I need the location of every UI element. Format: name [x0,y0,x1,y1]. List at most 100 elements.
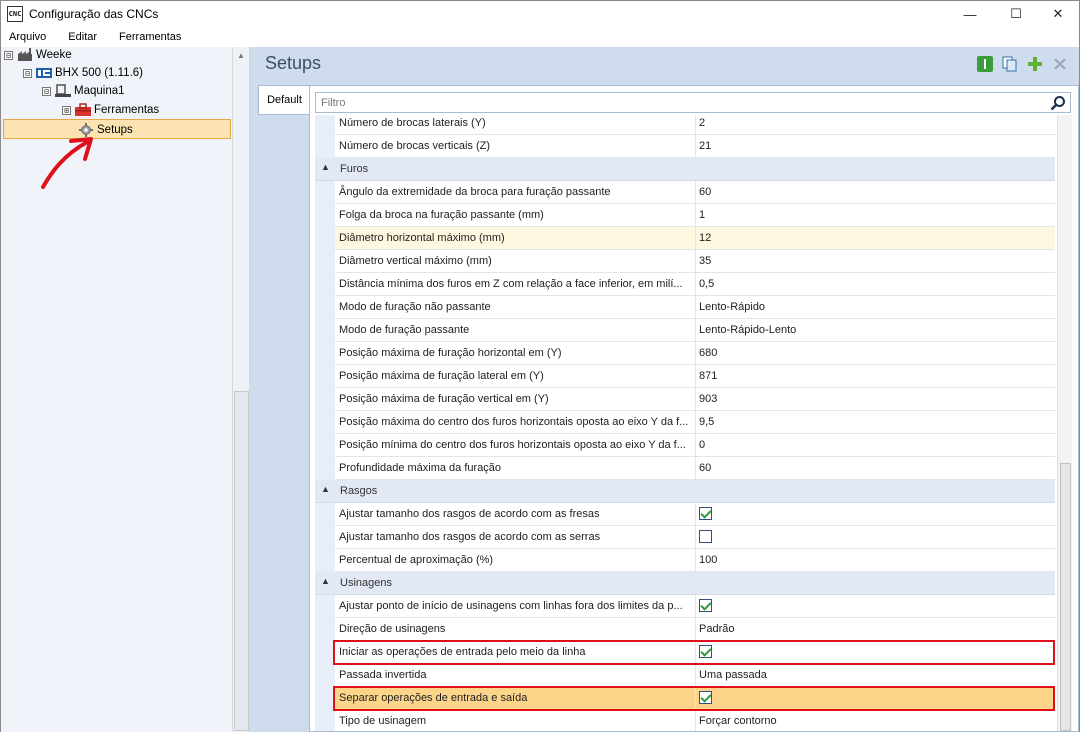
checked-checkbox[interactable] [699,507,712,520]
tree-item-ferramentas[interactable]: ⊞ Ferramentas [62,101,159,119]
property-row[interactable]: Folga da broca na furação passante (mm) 1 [315,204,1055,227]
collapse-arrow-icon[interactable]: ▲ [321,576,330,586]
property-value[interactable]: Lento-Rápido-Lento [696,319,1055,342]
filter-field[interactable]: Filtro [315,92,1071,113]
row-gutter [315,434,335,457]
grid-scroll-thumb[interactable] [1060,463,1071,731]
property-row[interactable]: Diâmetro horizontal máximo (mm) 12 [315,227,1055,250]
property-row[interactable]: Modo de furação passante Lento-Rápido-Len… [315,319,1055,342]
property-value[interactable]: 680 [696,342,1055,365]
property-row[interactable]: Posição máxima do centro dos furos horiz… [315,411,1055,434]
property-row[interactable]: Ângulo da extremidade da broca para fura… [315,181,1055,204]
tree-item-weeke[interactable]: ⊟ Weeke [4,47,72,64]
minimize-button[interactable]: — [947,1,993,27]
property-row[interactable]: Posição máxima de furação vertical em (Y… [315,388,1055,411]
property-row[interactable]: Direção de usinagens Padrão [315,618,1055,641]
property-value[interactable]: Padrão [696,618,1055,641]
scroll-up-icon[interactable]: ▲ [237,51,245,60]
property-name: Distância mínima dos furos em Z com rela… [335,273,696,296]
property-row[interactable]: Profundidade máxima da furação 60 [315,457,1055,480]
property-value[interactable]: 100 [696,549,1055,572]
collapse-arrow-icon[interactable]: ▲ [321,484,330,494]
property-value[interactable]: Uma passada [696,664,1055,687]
property-row[interactable]: Posição máxima de furação horizontal em … [315,342,1055,365]
tree-scroll-thumb[interactable] [234,391,249,731]
row-gutter [315,296,335,319]
property-value[interactable]: 0 [696,434,1055,457]
property-value[interactable]: 60 [696,457,1055,480]
property-value[interactable]: 903 [696,388,1055,411]
menu-ferramentas[interactable]: Ferramentas [105,27,189,47]
collapse-icon[interactable]: ⊟ [23,68,32,78]
info-icon[interactable] [977,56,993,72]
property-row[interactable]: Número de brocas laterais (Y) 2 [315,115,1055,135]
property-value[interactable]: 871 [696,365,1055,388]
property-value[interactable]: 35 [696,250,1055,273]
category-row[interactable]: ▲ Usinagens [315,572,1055,595]
tree-item-bhx500[interactable]: ⊟ BHX 500 (1.11.6) [23,64,143,82]
property-row[interactable]: Tipo de usinagem Forçar contorno [315,710,1055,731]
tree-item-maquina1[interactable]: ⊟ Maquina1 [42,82,125,100]
property-name: Posição máxima de furação vertical em (Y… [335,388,696,411]
close-button[interactable]: ✕ [1035,1,1080,27]
property-name: Número de brocas laterais (Y) [335,115,696,135]
search-icon[interactable] [1050,95,1066,111]
property-name: Ângulo da extremidade da broca para fura… [335,181,696,204]
row-gutter [315,595,335,618]
property-value[interactable]: Lento-Rápido [696,296,1055,319]
property-value[interactable]: 9,5 [696,411,1055,434]
collapse-arrow-icon[interactable]: ▲ [321,162,330,172]
toolbox-icon [75,103,91,116]
property-row[interactable]: Número de brocas verticais (Z) 21 [315,135,1055,158]
property-panel: Filtro Número de brocas laterais (Y) 2 Núm… [309,85,1079,732]
copy-icon[interactable] [1002,56,1018,72]
property-value[interactable]: 21 [696,135,1055,158]
collapse-icon[interactable]: ⊟ [42,86,51,96]
expand-icon[interactable]: ⊞ [62,105,71,115]
row-gutter [315,342,335,365]
property-row[interactable]: Ajustar tamanho dos rasgos de acordo com… [315,503,1055,526]
row-gutter [315,388,335,411]
grid-scrollbar[interactable] [1057,115,1072,731]
maximize-button[interactable]: ☐ [993,1,1039,27]
property-row[interactable]: Distância mínima dos furos em Z com rela… [315,273,1055,296]
category-row[interactable]: ▲ Furos [315,158,1055,181]
property-value[interactable] [696,526,1055,549]
property-value[interactable]: Forçar contorno [696,710,1055,731]
property-row[interactable]: Ajustar tamanho dos rasgos de acordo com… [315,526,1055,549]
title-bar[interactable]: CNC Configuração das CNCs — ☐ ✕ [1,1,1079,27]
menu-editar[interactable]: Editar [54,27,105,47]
window-title: Configuração das CNCs [29,7,159,21]
property-name: Modo de furação não passante [335,296,696,319]
row-gutter [315,319,335,342]
property-row[interactable]: Modo de furação não passante Lento-Rápido [315,296,1055,319]
property-value[interactable] [696,595,1055,618]
property-value[interactable]: 60 [696,181,1055,204]
property-name: Posição máxima de furação lateral em (Y) [335,365,696,388]
property-value[interactable]: 1 [696,204,1055,227]
delete-icon[interactable] [1052,56,1068,72]
property-value[interactable] [696,503,1055,526]
category-row[interactable]: ▲ Rasgos [315,480,1055,503]
category-label: Rasgos [340,485,378,497]
property-row[interactable]: Diâmetro vertical máximo (mm) 35 [315,250,1055,273]
unchecked-checkbox[interactable] [699,530,712,543]
property-row[interactable]: Percentual de aproximação (%) 100 [315,549,1055,572]
property-row[interactable]: Posição mínima do centro dos furos horiz… [315,434,1055,457]
property-value[interactable]: 2 [696,115,1055,135]
splitter-scrollbar[interactable]: ▲ [232,47,250,732]
property-value[interactable]: 0,5 [696,273,1055,296]
property-row[interactable]: Posição máxima de furação lateral em (Y)… [315,365,1055,388]
page-title: Setups [265,53,322,73]
checked-checkbox[interactable] [699,599,712,612]
property-row[interactable]: Passada invertida Uma passada [315,664,1055,687]
property-name: Posição máxima de furação horizontal em … [335,342,696,365]
property-name: Tipo de usinagem [335,710,696,731]
collapse-icon[interactable]: ⊟ [4,50,13,60]
property-value[interactable]: 12 [696,227,1055,250]
tab-default[interactable]: Default [258,85,310,115]
add-icon[interactable] [1027,56,1043,72]
property-row[interactable]: Ajustar ponto de início de usinagens com… [315,595,1055,618]
row-gutter [315,411,335,434]
menu-arquivo[interactable]: Arquivo [1,27,54,47]
